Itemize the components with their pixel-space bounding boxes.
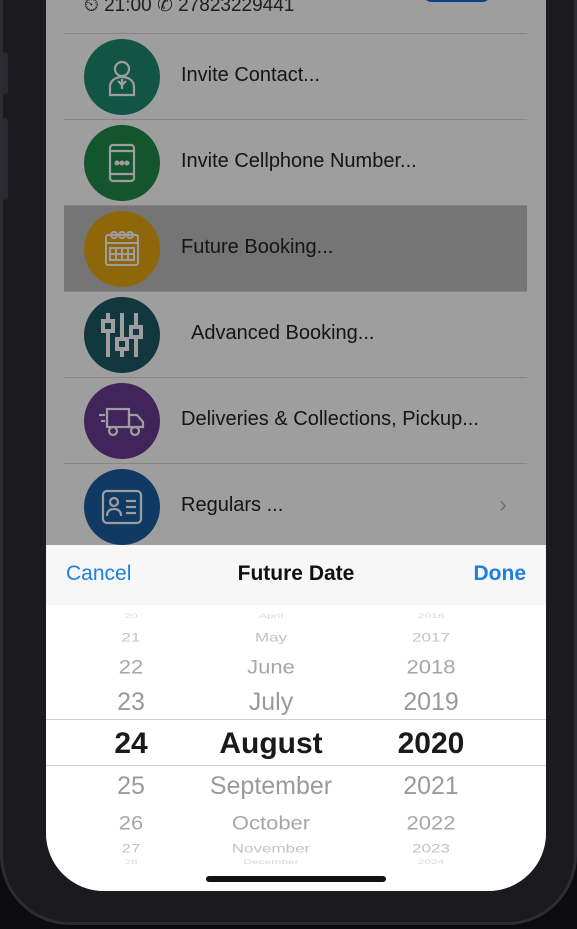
month-option[interactable]: October — [186, 811, 356, 834]
month-option[interactable]: November — [186, 842, 356, 856]
year-option[interactable]: 2023 — [376, 842, 486, 856]
year-option[interactable]: 2022 — [376, 811, 486, 834]
day-option[interactable]: 25 — [86, 772, 176, 801]
month-wheel[interactable]: April May June July August September October No… — [186, 605, 356, 891]
modal-dim-overlay[interactable] — [46, 0, 546, 545]
month-option[interactable]: June — [186, 655, 356, 678]
month-selected[interactable]: August — [186, 727, 356, 761]
day-option[interactable]: 21 — [86, 631, 176, 645]
day-option[interactable]: 23 — [86, 688, 176, 717]
month-option[interactable]: September — [186, 772, 356, 801]
year-wheel[interactable]: 2016 2017 2018 2019 2020 2021 2022 2023 2024 — [376, 605, 486, 891]
date-wheel-picker[interactable]: 20 21 22 23 24 25 26 27 28 April May June July Augus… — [46, 605, 546, 891]
year-option[interactable]: 2019 — [376, 688, 486, 717]
picker-title: Future Date — [237, 562, 355, 585]
year-option[interactable]: 2017 — [376, 631, 486, 645]
volume-up-button — [2, 52, 8, 94]
volume-down-button — [2, 118, 8, 200]
day-option[interactable]: 20 — [86, 613, 176, 620]
month-option[interactable]: July — [186, 688, 356, 717]
day-selected[interactable]: 24 — [86, 727, 176, 761]
day-option[interactable]: 26 — [86, 811, 176, 834]
year-option[interactable]: 2016 — [376, 613, 486, 620]
date-picker-sheet: Cancel Future Date Done 20 21 22 23 24 25 26 27… — [46, 545, 546, 891]
month-option[interactable]: December — [186, 859, 356, 866]
year-selected[interactable]: 2020 — [376, 727, 486, 761]
day-option[interactable]: 28 — [86, 859, 176, 866]
year-option[interactable]: 2024 — [376, 859, 486, 866]
day-option[interactable]: 27 — [86, 842, 176, 856]
screen: ⏲ 21:00 ✆ 27823229441 Invite Contact... I… — [46, 0, 546, 891]
day-wheel[interactable]: 20 21 22 23 24 25 26 27 28 — [86, 605, 176, 891]
year-option[interactable]: 2021 — [376, 772, 486, 801]
done-button[interactable]: Done — [474, 562, 527, 586]
year-option[interactable]: 2018 — [376, 655, 486, 678]
picker-header: Cancel Future Date Done — [46, 545, 546, 605]
month-option[interactable]: April — [186, 613, 356, 620]
month-option[interactable]: May — [186, 631, 356, 645]
day-option[interactable]: 22 — [86, 655, 176, 678]
home-indicator[interactable] — [206, 876, 386, 882]
